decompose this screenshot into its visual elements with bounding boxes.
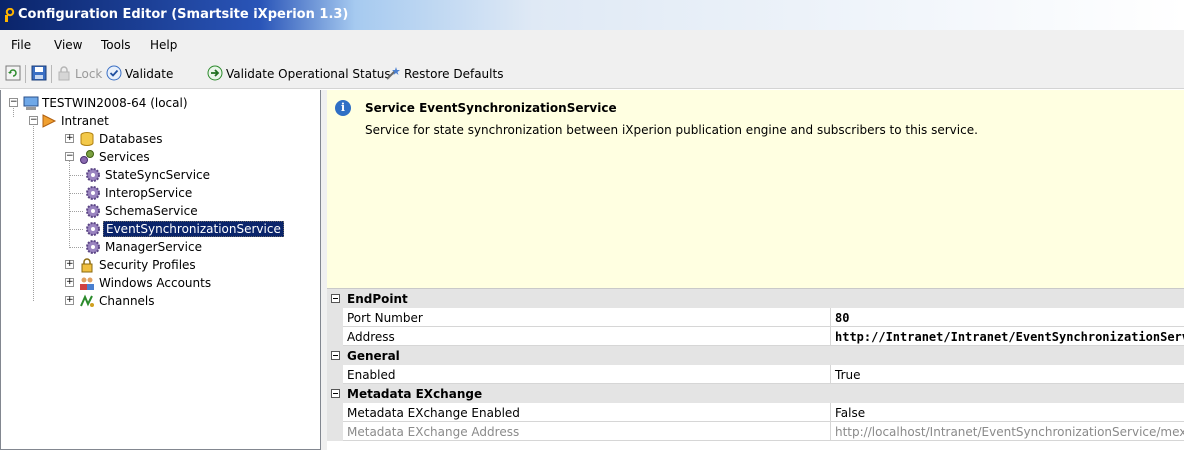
- gear-icon: [86, 204, 100, 218]
- tree-node-security-profiles[interactable]: + Security Profiles: [1, 256, 322, 274]
- computer-icon: [23, 96, 39, 110]
- property-value[interactable]: 80: [831, 308, 1184, 327]
- category-general[interactable]: General: [327, 346, 1184, 365]
- save-icon[interactable]: [31, 65, 47, 81]
- description-panel: i Service EventSynchronizationService Se…: [327, 90, 1184, 288]
- property-row[interactable]: Enabled True: [327, 365, 1184, 384]
- tree-node-channels[interactable]: + Channels: [1, 292, 322, 310]
- tree-label-service: ManagerService: [105, 240, 202, 254]
- validate-operational-status-button[interactable]: Validate Operational Status: [226, 67, 391, 81]
- property-value[interactable]: True: [831, 365, 1184, 384]
- padlock-icon: [81, 258, 93, 273]
- property-name: Address: [343, 327, 831, 346]
- category-endpoint[interactable]: EndPoint: [327, 289, 1184, 308]
- tree-node-windows-accounts[interactable]: + Windows Accounts: [1, 274, 322, 292]
- users-icon: [80, 277, 94, 290]
- property-name: Metadata EXchange Enabled: [343, 403, 831, 422]
- config-tree: − TESTWIN2008-64 (local) − Intranet + Da…: [0, 90, 321, 450]
- refresh-icon[interactable]: [5, 65, 21, 81]
- menu-help[interactable]: Help: [150, 38, 177, 52]
- row-gutter: [327, 365, 343, 384]
- tree-node-intranet[interactable]: − Intranet: [1, 112, 322, 130]
- property-value[interactable]: False: [831, 403, 1184, 422]
- tree-node-service[interactable]: StateSyncService: [1, 166, 322, 184]
- property-name: Metadata EXchange Address: [343, 422, 831, 441]
- menu-bar: File View Tools Help: [0, 30, 1184, 59]
- tree-label-windows-accounts: Windows Accounts: [99, 276, 212, 290]
- tree-label-services: Services: [99, 150, 150, 164]
- gear-icon: [86, 240, 100, 254]
- gear-icon: [86, 222, 100, 236]
- property-name: Port Number: [343, 308, 831, 327]
- row-gutter: [327, 327, 343, 346]
- expand-icon[interactable]: +: [65, 260, 74, 269]
- category-label: EndPoint: [347, 292, 408, 306]
- category-label: General: [347, 349, 400, 363]
- collapse-icon[interactable]: −: [9, 98, 18, 107]
- lock-icon: [58, 66, 70, 81]
- row-gutter: [327, 403, 343, 422]
- toolbar-separator: [51, 65, 52, 83]
- property-row[interactable]: Port Number 80: [327, 308, 1184, 327]
- property-row[interactable]: Address http://Intranet/Intranet/EventSy…: [327, 327, 1184, 346]
- gear-icon: [86, 186, 100, 200]
- tree-node-service[interactable]: ManagerService: [1, 238, 322, 256]
- tree-label-root: TESTWIN2008-64 (local): [42, 96, 188, 110]
- site-arrow-icon: [42, 114, 57, 128]
- property-value: http://localhost/Intranet/EventSynchroni…: [831, 422, 1184, 441]
- toolbar-separator: [25, 65, 26, 83]
- expand-icon[interactable]: +: [65, 134, 74, 143]
- collapse-icon[interactable]: −: [29, 116, 38, 125]
- service-title: Service EventSynchronizationService: [365, 101, 617, 115]
- lock-button[interactable]: Lock: [75, 67, 102, 81]
- tree-node-root[interactable]: − TESTWIN2008-64 (local): [1, 94, 322, 112]
- channels-icon: [80, 294, 94, 307]
- database-icon: [80, 132, 94, 146]
- tree-label-service: EventSynchronizationService: [103, 221, 284, 237]
- tree-node-services[interactable]: − Services: [1, 148, 322, 166]
- tree-node-service[interactable]: InteropService: [1, 184, 322, 202]
- tree-node-service[interactable]: SchemaService: [1, 202, 322, 220]
- arrow-right-icon: [207, 65, 223, 81]
- property-row[interactable]: Metadata EXchange Address http://localho…: [327, 422, 1184, 441]
- expand-icon[interactable]: +: [65, 278, 74, 287]
- menu-file[interactable]: File: [11, 38, 31, 52]
- collapse-icon[interactable]: −: [65, 152, 74, 161]
- menu-view[interactable]: View: [54, 38, 82, 52]
- info-icon: i: [335, 100, 351, 116]
- tree-label-service: SchemaService: [105, 204, 198, 218]
- tree-label-service: InteropService: [105, 186, 193, 200]
- restore-defaults-button[interactable]: Restore Defaults: [404, 67, 503, 81]
- tree-label-security-profiles: Security Profiles: [99, 258, 196, 272]
- tree-label-channels: Channels: [99, 294, 155, 308]
- row-gutter: [327, 308, 343, 327]
- tree-label-intranet: Intranet: [61, 114, 109, 128]
- menu-tools[interactable]: Tools: [101, 38, 131, 52]
- expand-icon[interactable]: +: [65, 296, 74, 305]
- tree-node-service-selected[interactable]: EventSynchronizationService: [1, 220, 322, 238]
- restore-wand-icon: [386, 67, 400, 80]
- title-bar: Configuration Editor (Smartsite iXperion…: [0, 0, 1184, 30]
- category-label: Metadata EXchange: [347, 387, 483, 401]
- services-gears-icon: [80, 150, 94, 164]
- collapse-icon[interactable]: [331, 351, 340, 360]
- checkmark-icon: [106, 65, 122, 81]
- property-value[interactable]: http://Intranet/Intranet/EventSynchroniz…: [831, 327, 1184, 346]
- property-grid: EndPoint Port Number 80 Address http://I…: [327, 288, 1184, 450]
- property-row[interactable]: Metadata EXchange Enabled False: [327, 403, 1184, 422]
- collapse-icon[interactable]: [331, 294, 340, 303]
- row-gutter: [327, 422, 343, 441]
- tree-label-service: StateSyncService: [105, 168, 211, 182]
- window-title: Configuration Editor (Smartsite iXperion…: [18, 7, 349, 22]
- category-metadata-exchange[interactable]: Metadata EXchange: [327, 384, 1184, 403]
- gear-icon: [86, 168, 100, 182]
- tree-node-databases[interactable]: + Databases: [1, 130, 322, 148]
- collapse-icon[interactable]: [331, 389, 340, 398]
- validate-button[interactable]: Validate: [125, 67, 173, 81]
- service-description: Service for state synchronization betwee…: [365, 123, 978, 137]
- property-name: Enabled: [343, 365, 831, 384]
- tree-label-databases: Databases: [99, 132, 163, 146]
- toolbar: Lock Validate Validate Operational Statu…: [0, 59, 1184, 89]
- app-icon: [5, 8, 15, 22]
